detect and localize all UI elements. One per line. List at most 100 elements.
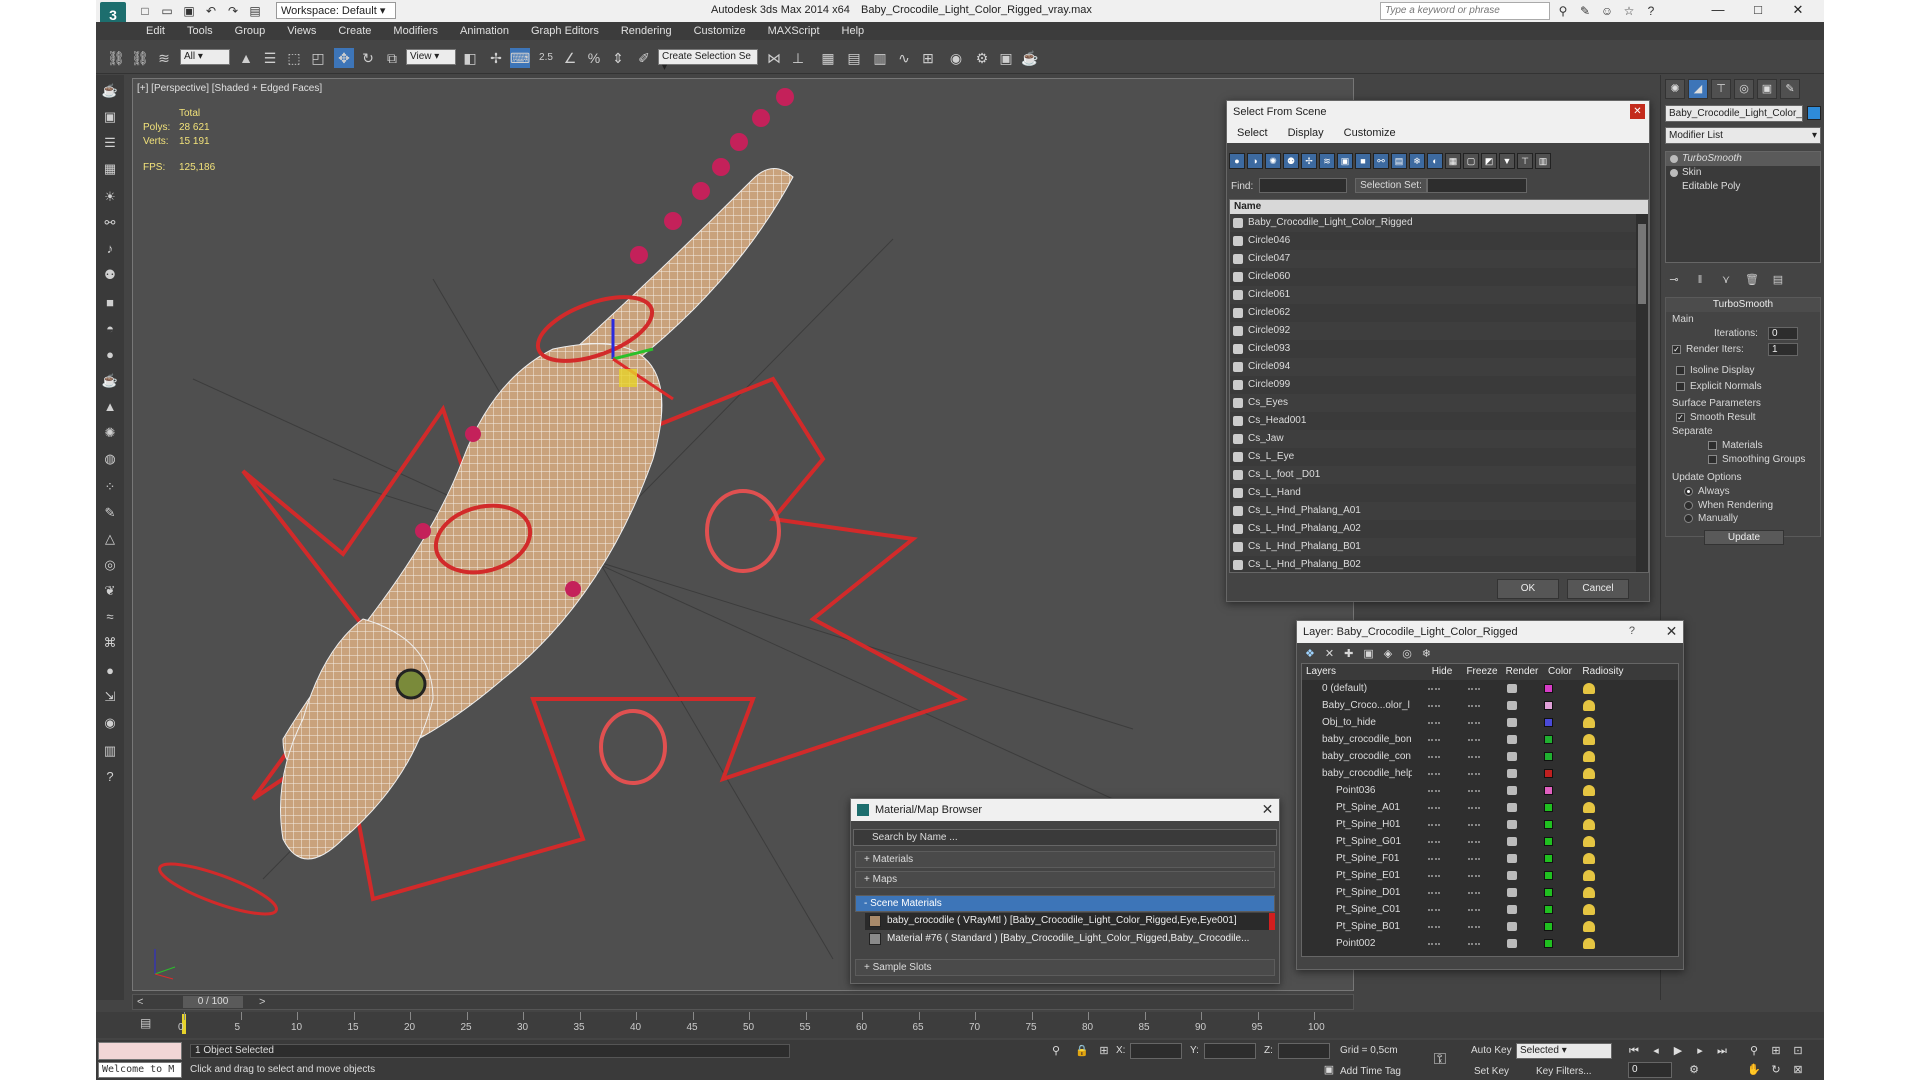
graphite-toolbar-icon[interactable]: ▥ (870, 48, 890, 68)
list-item[interactable]: Circle092 (1230, 322, 1648, 340)
binoculars-icon[interactable]: ⚲ (1554, 2, 1572, 20)
star-icon[interactable]: ☆ (1620, 2, 1638, 20)
auto-key-button[interactable]: Auto Key (1471, 1045, 1512, 1056)
rollout-title[interactable]: TurboSmooth (1666, 298, 1820, 312)
add-time-tag[interactable]: Add Time Tag (1340, 1066, 1401, 1077)
hide-toggle[interactable] (1428, 909, 1440, 911)
table-row[interactable]: Pt_Spine_A01 (1302, 799, 1678, 816)
hide-toggle[interactable] (1428, 943, 1440, 945)
radiosity-icon[interactable] (1583, 836, 1595, 847)
sphere-icon[interactable]: ● (100, 345, 120, 365)
list-item[interactable]: Circle047 (1230, 250, 1648, 268)
render-toggle-icon[interactable] (1507, 820, 1517, 829)
question-icon[interactable]: ? (100, 767, 120, 787)
render-toggle-icon[interactable] (1507, 871, 1517, 880)
layer-color-swatch[interactable] (1544, 701, 1553, 710)
stack-item-turbosmooth[interactable]: TurboSmooth (1666, 152, 1820, 166)
bind-space-warp-icon[interactable]: ≋ (154, 48, 174, 68)
layer-color-swatch[interactable] (1544, 735, 1553, 744)
menu-group[interactable]: Group (235, 22, 266, 40)
tools-icon[interactable]: ✎ (1576, 2, 1594, 20)
new-file-icon[interactable]: □ (136, 2, 154, 20)
menu-customize[interactable]: Customize (694, 22, 746, 40)
make-unique-icon[interactable]: ⋎ (1717, 271, 1735, 289)
select-manipulate-icon[interactable]: ✢ (486, 48, 506, 68)
x-coordinate-field[interactable] (1130, 1043, 1182, 1059)
table-row[interactable]: Point002 (1302, 935, 1678, 952)
freeze-column-header[interactable]: Freeze (1462, 664, 1502, 680)
rect-selection-icon[interactable]: ⬚ (284, 48, 304, 68)
rendered-frame-window-icon[interactable]: ▣ (996, 48, 1016, 68)
render-toggle-icon[interactable] (1507, 786, 1517, 795)
hide-toggle[interactable] (1428, 875, 1440, 877)
smoothing-groups-checkbox[interactable] (1708, 455, 1717, 464)
bones-filter-icon[interactable]: ⚯ (1373, 153, 1389, 169)
select-in-layer-icon[interactable]: ▣ (1363, 647, 1373, 660)
angle-snap-icon[interactable]: ∠ (560, 48, 580, 68)
play-icon[interactable]: ▶ (1670, 1043, 1686, 1059)
hide-toggle[interactable] (1428, 739, 1440, 741)
freeze-toggle[interactable] (1468, 807, 1480, 809)
table-row[interactable]: Point036 (1302, 782, 1678, 799)
list-item[interactable]: Cs_Jaw (1230, 430, 1648, 448)
dome-icon[interactable]: ◓ (100, 319, 120, 339)
close-icon[interactable]: ✕ (1778, 0, 1818, 20)
list-item[interactable]: Cs_L_Hand (1230, 484, 1648, 502)
table-row[interactable]: Baby_Croco...olor_l (1302, 697, 1678, 714)
audio-icon[interactable]: ♪ (100, 239, 120, 259)
radiosity-icon[interactable] (1583, 853, 1595, 864)
object-color-swatch[interactable] (1807, 106, 1821, 120)
cone-icon[interactable]: ▲ (100, 397, 120, 417)
menu-modifiers[interactable]: Modifiers (393, 22, 438, 40)
hide-toggle[interactable] (1428, 705, 1440, 707)
hierarchy-tab-icon[interactable]: ⊤ (1711, 79, 1731, 99)
previous-frame-icon[interactable]: ◂ (1648, 1043, 1664, 1059)
freeze-toggle[interactable] (1468, 790, 1480, 792)
layer-color-swatch[interactable] (1544, 769, 1553, 778)
select-and-scale-icon[interactable]: ⧉ (382, 48, 402, 68)
triangle-icon[interactable]: △ (100, 529, 120, 549)
selection-set-dropdown[interactable] (1427, 178, 1527, 193)
separate-materials-checkbox[interactable] (1708, 441, 1717, 450)
hide-toggle[interactable] (1428, 688, 1440, 690)
stack-item-editable-poly[interactable]: Editable Poly (1666, 180, 1820, 194)
selection-lock-icon[interactable]: 🔒 (1074, 1043, 1090, 1059)
list-scrollbar[interactable] (1636, 214, 1648, 572)
absolute-mode-icon[interactable]: ⊞ (1096, 1043, 1112, 1059)
list-item[interactable]: Cs_L_Hnd_Phalang_B02 (1230, 556, 1648, 572)
freeze-toggle[interactable] (1468, 688, 1480, 690)
render-toggle-icon[interactable] (1507, 735, 1517, 744)
infocenter-search-input[interactable]: Type a keyword or phrase (1380, 2, 1550, 20)
explicit-normals-checkbox[interactable] (1676, 382, 1685, 391)
hide-toggle[interactable] (1428, 824, 1440, 826)
y-coordinate-field[interactable] (1204, 1043, 1256, 1059)
menu-help[interactable]: Help (842, 22, 865, 40)
freeze-toggle[interactable] (1468, 943, 1480, 945)
modifier-list-dropdown[interactable]: Modifier List ▾ (1665, 127, 1821, 144)
radiosity-icon[interactable] (1583, 938, 1595, 949)
menu-animation[interactable]: Animation (460, 22, 509, 40)
hide-all-icon[interactable]: ◎ (1402, 647, 1412, 660)
hide-toggle[interactable] (1428, 722, 1440, 724)
close-icon[interactable]: ✕ (1630, 104, 1645, 119)
table-row[interactable]: Obj_to_hide (1302, 714, 1678, 731)
freeze-toggle[interactable] (1468, 841, 1480, 843)
radiosity-icon[interactable] (1583, 717, 1595, 728)
sfs-menu-select[interactable]: Select (1237, 123, 1268, 143)
freeze-toggle[interactable] (1468, 892, 1480, 894)
list-item[interactable]: Cs_L_Eye (1230, 448, 1648, 466)
list-item[interactable]: Cs_L_Hnd_Phalang_A02 (1230, 520, 1648, 538)
layer-color-swatch[interactable] (1544, 905, 1553, 914)
render-setup-icon[interactable]: ⚙ (972, 48, 992, 68)
table-row[interactable]: baby_crocodile_con (1302, 748, 1678, 765)
geometry-filter-icon[interactable]: ● (1229, 153, 1245, 169)
percent-snap-icon[interactable]: % (584, 48, 604, 68)
cameras-filter-icon[interactable]: ⚉ (1283, 153, 1299, 169)
highlight-layer-icon[interactable]: ◈ (1384, 647, 1392, 660)
select-and-rotate-icon[interactable]: ↻ (358, 48, 378, 68)
zoom-extents-icon[interactable]: ⊡ (1790, 1043, 1806, 1059)
radiosity-icon[interactable] (1583, 819, 1595, 830)
isolate-selection-icon[interactable]: ⚲ (1048, 1043, 1064, 1059)
radiosity-icon[interactable] (1583, 734, 1595, 745)
spacewarps-filter-icon[interactable]: ≋ (1319, 153, 1335, 169)
